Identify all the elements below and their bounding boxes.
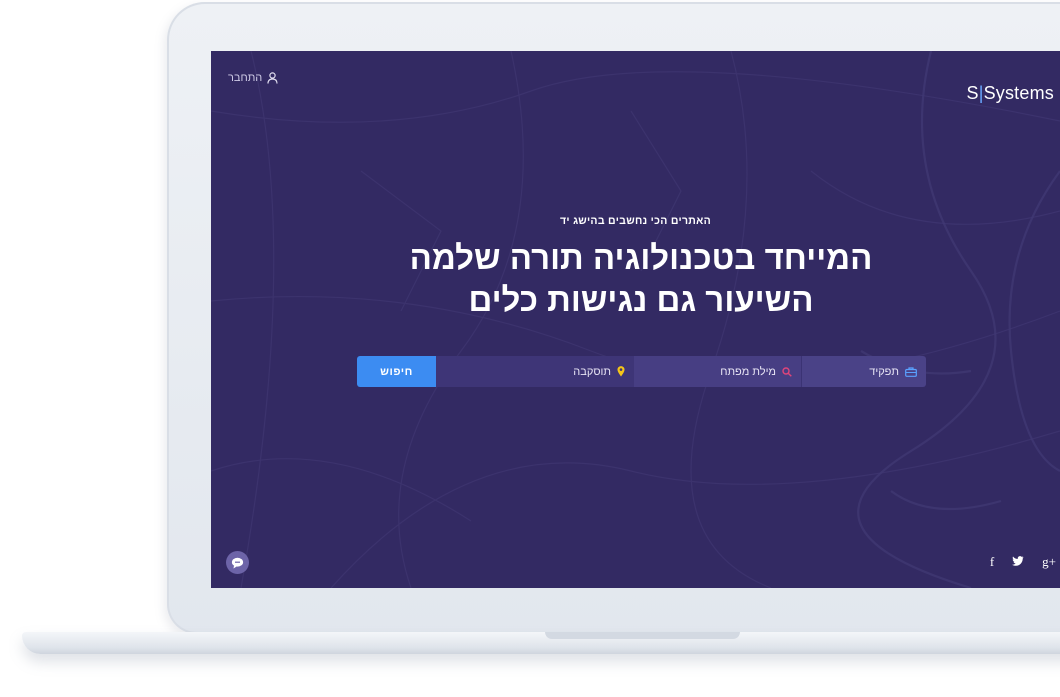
briefcase-icon (905, 366, 917, 377)
logo-letter: S (966, 83, 979, 103)
logo-text: Systems (983, 83, 1054, 103)
facebook-icon[interactable]: f (990, 554, 994, 570)
map-pin-icon (617, 366, 625, 377)
keyword-field[interactable]: מילת מפתח (634, 356, 801, 387)
hero-subtitle: האתרים הכי נחשבים בהישג יד (559, 215, 712, 227)
hero-headline: המייחד בטכנולוגיה תורה שלמה השיעור גם נג… (291, 237, 991, 321)
googleplus-icon[interactable]: g+ (1042, 554, 1056, 570)
headline-line-1: המייחד בטכנולוגיה תורה שלמה (409, 239, 873, 276)
user-icon (267, 72, 278, 84)
laptop-notch (545, 632, 740, 639)
location-label: תוסקבה (573, 365, 611, 378)
login-label: התחבר (228, 72, 263, 84)
role-label: תפקיד (869, 365, 899, 378)
search-button[interactable]: חיפוש (357, 356, 436, 387)
chat-button[interactable] (226, 551, 249, 574)
laptop-base (22, 632, 1060, 654)
keyword-label: מילת מפתח (720, 365, 776, 378)
search-bar: חיפוש תוסקבה מילת מפתח תפקיד (357, 356, 926, 387)
role-field[interactable]: תפקיד (801, 356, 926, 387)
brand-logo[interactable]: S|Systems (966, 83, 1054, 104)
chat-icon (231, 557, 244, 568)
location-field[interactable]: תוסקבה (436, 356, 634, 387)
twitter-icon[interactable] (1012, 554, 1024, 570)
headline-line-2: השיעור גם נגישות כלים (468, 281, 814, 318)
search-icon (782, 366, 792, 377)
social-links: f g+ (990, 554, 1056, 570)
login-link[interactable]: התחבר (228, 72, 278, 84)
website-screen: S|Systems התחבר האתרים הכי נחשבים בהישג … (211, 51, 1060, 588)
